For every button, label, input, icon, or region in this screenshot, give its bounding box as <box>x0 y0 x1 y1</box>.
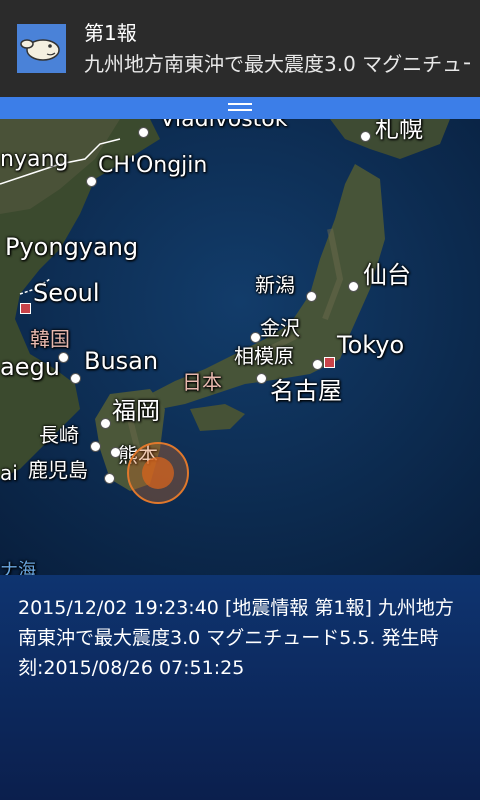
city-label-busan: Busan <box>84 347 159 375</box>
city-label-chongjin: CH'Ongjin <box>98 153 208 178</box>
earthquake-info-text: 2015/12/02 19:23:40 [地震情報 第1報] 九州地方南東沖で最… <box>18 597 454 679</box>
city-label-sagamihara: 相模原 <box>234 344 294 368</box>
city-label-fukuoka: 福岡 <box>112 397 160 425</box>
city-label-seoul: Seoul <box>33 279 100 307</box>
city-marker <box>306 291 317 302</box>
city-label-nagoya: 名古屋 <box>270 377 342 405</box>
notification-banner[interactable]: 第1報 九州地方南東沖で最大震度3.0 マグニチュード5.5 <box>0 0 480 97</box>
city-marker <box>110 447 121 458</box>
city-marker <box>90 441 101 452</box>
app-icon <box>17 24 66 73</box>
city-label-sapporo: 札幌 <box>375 119 423 143</box>
city-marker <box>100 418 111 429</box>
notification-title: 第1報 <box>84 21 137 45</box>
country-label-korea: 韓国 <box>30 327 70 351</box>
city-label-niigata: 新潟 <box>255 273 295 297</box>
city-label-shanghai: ai <box>0 461 18 485</box>
capital-marker <box>324 357 335 368</box>
epicenter-core <box>142 457 174 489</box>
country-label-japan: 日本 <box>182 370 222 394</box>
city-label-sendai: 仙台 <box>363 261 411 289</box>
earthquake-info-panel: 2015/12/02 19:23:40 [地震情報 第1報] 九州地方南東沖で最… <box>0 575 480 800</box>
city-label-vladivostok: Vladivostok <box>160 119 288 132</box>
city-marker <box>104 473 115 484</box>
city-marker <box>58 352 69 363</box>
capital-marker <box>20 303 31 314</box>
drag-handle-icon[interactable] <box>228 103 252 113</box>
city-label-kagoshima: 鹿児島 <box>28 458 88 482</box>
city-label-nagasaki: 長崎 <box>39 423 79 447</box>
city-marker <box>70 373 81 384</box>
epicenter-marker[interactable] <box>127 442 189 504</box>
map-view[interactable]: Vladivostok 札幌 nyang CH'Ongjin Pyongyang… <box>0 119 480 575</box>
city-marker <box>348 281 359 292</box>
notification-body: 九州地方南東沖で最大震度3.0 マグニチュード5.5 <box>84 52 470 76</box>
city-label-daegu: aegu <box>0 353 60 381</box>
city-label-shenyang: nyang <box>0 147 69 172</box>
notification-drag-bar[interactable] <box>0 97 480 119</box>
city-label-tokyo: Tokyo <box>337 331 405 359</box>
city-marker <box>312 359 323 370</box>
city-marker <box>138 127 149 138</box>
city-label-pyongyang: Pyongyang <box>5 233 139 261</box>
city-marker <box>256 373 267 384</box>
city-label-kanazawa: 金沢 <box>260 316 300 340</box>
city-marker <box>360 131 371 142</box>
sea-label-east-china-sea: ナ海 <box>0 560 36 575</box>
city-marker <box>250 332 261 343</box>
city-marker <box>86 176 97 187</box>
